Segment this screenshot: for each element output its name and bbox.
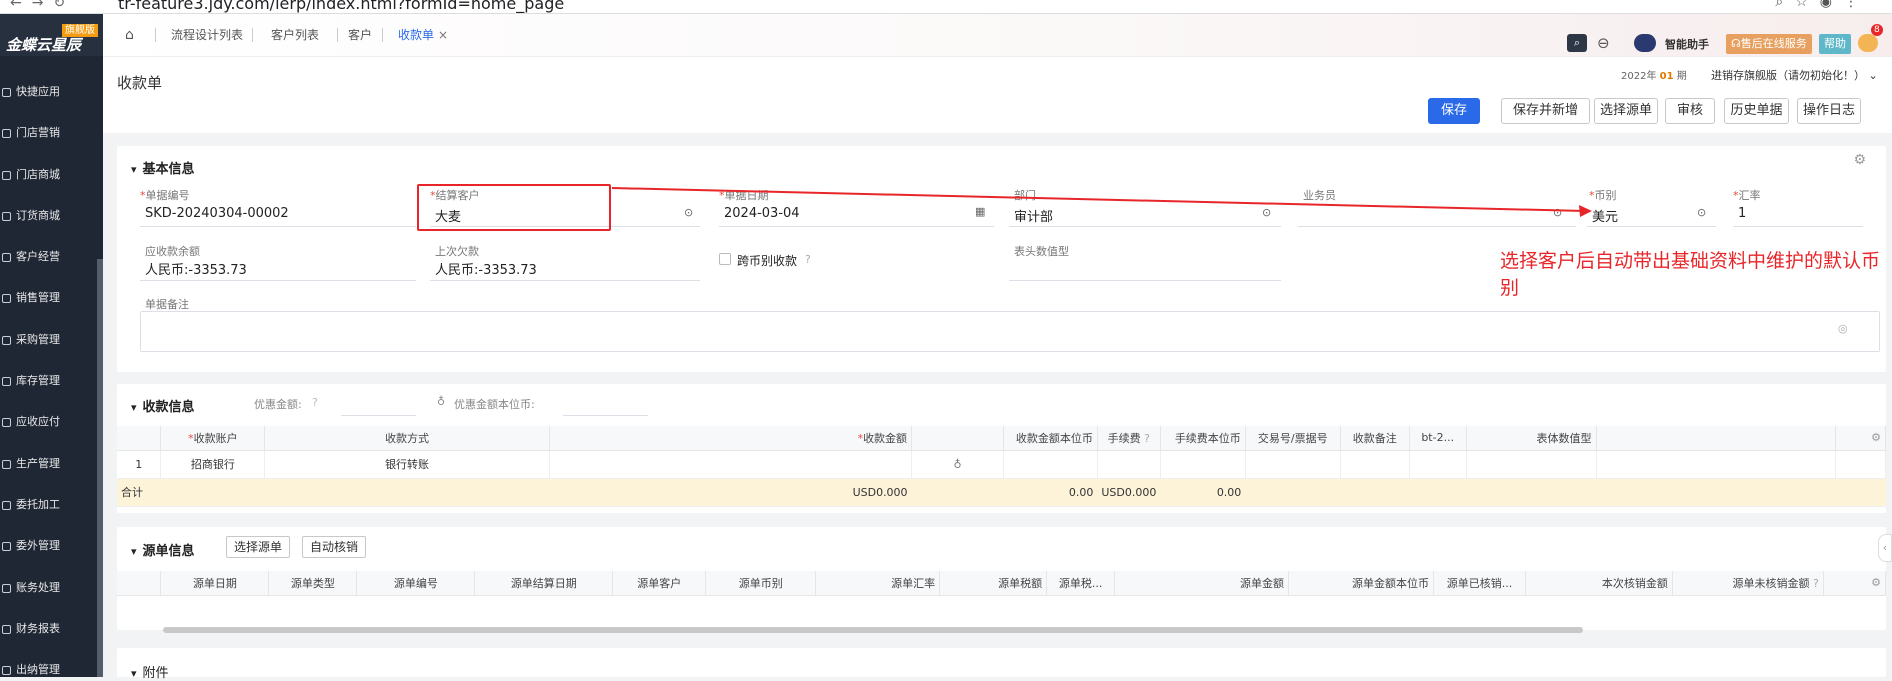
receipt-info-title[interactable]: 收款信息 xyxy=(131,396,195,415)
column-header: 源单日期 xyxy=(160,571,270,596)
empty-cell xyxy=(1835,450,1887,479)
money-bag-icon: ♁ xyxy=(911,450,1004,479)
column-header: 表体数值型 xyxy=(1466,426,1597,451)
empty-cell xyxy=(1835,478,1886,507)
collapse-handle[interactable]: ‹ xyxy=(1878,534,1892,562)
help-icon[interactable]: ? xyxy=(312,396,318,409)
attachment-title[interactable]: 附件 xyxy=(131,662,169,681)
column-header: 收款备注 xyxy=(1340,426,1410,451)
money-bag-icon: ♁ xyxy=(437,395,446,408)
column-header: 源单结算日期 xyxy=(474,571,614,596)
method-cell[interactable]: 银行转账 xyxy=(264,450,550,479)
column-header xyxy=(117,571,162,596)
select-source-button[interactable]: 选择源单 xyxy=(226,536,291,558)
gear-icon[interactable]: ⚙ xyxy=(1835,426,1887,451)
auto-verify-button[interactable]: 自动核销 xyxy=(302,536,367,558)
amount-cell[interactable] xyxy=(549,450,913,479)
source-table: 源单日期 源单类型 源单编号 源单结算日期 源单客户 源单币别 源单汇率 源单税… xyxy=(117,571,1887,596)
column-header: 交易号/票据号 xyxy=(1245,426,1341,451)
empty-cell xyxy=(1340,478,1410,507)
total-amount: USD0.000 xyxy=(549,478,912,507)
empty-cell xyxy=(1596,478,1836,507)
column-header: 手续费 ? xyxy=(1097,426,1161,451)
account-cell[interactable]: 招商银行 xyxy=(160,450,266,479)
fee-base-cell xyxy=(1160,450,1246,479)
discount-base-label: 优惠金额本位币: xyxy=(454,398,535,411)
source-info-title[interactable]: 源单信息 xyxy=(131,540,195,559)
total-row: 合计 USD0.000 0.00 USD0.000 0.00 xyxy=(117,478,1886,507)
remark-cell[interactable] xyxy=(1340,450,1410,479)
column-header: bt-2... xyxy=(1409,426,1467,451)
num-cell[interactable] xyxy=(1466,450,1597,479)
source-header-row: 源单日期 源单类型 源单编号 源单结算日期 源单客户 源单币别 源单汇率 源单税… xyxy=(117,571,1887,596)
empty-cell xyxy=(911,478,1004,507)
empty-cell xyxy=(160,478,265,507)
column-header: 源单编号 xyxy=(356,571,476,596)
discount-base-input xyxy=(563,415,648,416)
discount-label: 优惠金额: xyxy=(254,398,302,411)
column-header-label: 收款账户 xyxy=(193,431,238,445)
receipt-header-row: *收款账户 收款方式 *收款金额 收款金额本位币 手续费 ? 手续费本位币 交易… xyxy=(117,426,1887,451)
column-header: 源单客户 xyxy=(612,571,707,596)
column-header-label: 源单未核销金额 xyxy=(1732,576,1810,590)
total-fee-base: 0.00 xyxy=(1160,478,1246,507)
column-header: *收款金额 xyxy=(549,426,913,451)
total-fee: USD0.000 xyxy=(1097,478,1161,507)
column-header: 收款金额本位币 xyxy=(1003,426,1098,451)
table-row[interactable]: 1 招商银行 银行转账 ♁ xyxy=(117,450,1887,479)
column-header: 手续费本位币 xyxy=(1160,426,1246,451)
fee-cell[interactable] xyxy=(1097,450,1161,479)
empty-cell xyxy=(1596,450,1836,479)
column-header: 源单类型 xyxy=(268,571,358,596)
column-header: 收款方式 xyxy=(264,426,550,451)
column-header xyxy=(117,426,162,451)
empty-cell xyxy=(1245,478,1341,507)
column-header: 源单税额 xyxy=(939,571,1048,596)
column-header: 本次核销金额 xyxy=(1525,571,1673,596)
receipt-table: *收款账户 收款方式 *收款金额 收款金额本位币 手续费 ? 手续费本位币 交易… xyxy=(117,426,1887,507)
annotation-text: 选择客户后自动带出基础资料中维护的默认币别 xyxy=(1500,250,1881,299)
row-index: 1 xyxy=(117,450,162,479)
trade-no-cell[interactable] xyxy=(1245,450,1341,479)
empty-cell xyxy=(1409,478,1467,507)
column-header: 源单汇率 xyxy=(815,571,941,596)
bt-cell[interactable] xyxy=(1409,450,1467,479)
column-header: 源单金额 xyxy=(1114,571,1290,596)
column-header: 源单税... xyxy=(1046,571,1116,596)
empty-cell xyxy=(1466,478,1597,507)
total-label: 合计 xyxy=(117,478,161,507)
column-header xyxy=(1596,426,1836,451)
help-icon[interactable]: ? xyxy=(1813,577,1819,590)
column-header-label: 手续费 xyxy=(1107,431,1141,445)
column-header: 源单币别 xyxy=(705,571,817,596)
column-header: 源单已核销... xyxy=(1433,571,1526,596)
attachment-card: 附件 xyxy=(117,648,1886,681)
column-header xyxy=(911,426,1004,451)
horizontal-scrollbar[interactable] xyxy=(163,627,1583,633)
amount-base-cell xyxy=(1003,450,1098,479)
column-header: 源单未核销金额 ? xyxy=(1672,571,1824,596)
gear-icon[interactable]: ⚙ xyxy=(1823,571,1887,596)
empty-cell xyxy=(264,478,550,507)
column-header-label: 收款金额 xyxy=(863,431,908,445)
total-base: 0.00 xyxy=(1003,478,1098,507)
help-icon[interactable]: ? xyxy=(1144,432,1150,445)
discount-input[interactable] xyxy=(341,415,416,416)
column-header: 源单金额本位币 xyxy=(1288,571,1434,596)
column-header: *收款账户 xyxy=(160,426,266,451)
